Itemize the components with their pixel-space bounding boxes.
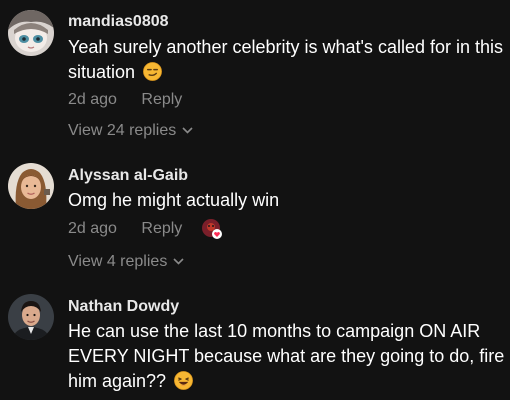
- smirk-emoji: [143, 62, 162, 81]
- comment-meta: 2d ago Reply: [68, 91, 182, 109]
- avatar[interactable]: [8, 294, 54, 340]
- comment-meta: 2d ago Reply: [68, 220, 182, 238]
- username[interactable]: mandias0808: [68, 13, 169, 31]
- view-replies-label: View 24 replies: [68, 122, 177, 139]
- comment-text: He can use the last 10 months to campaig…: [68, 319, 506, 394]
- laughing-emoji: [174, 371, 193, 390]
- view-replies-label: View 4 replies: [68, 253, 168, 270]
- creator-liked-reaction-icon: [201, 218, 223, 240]
- avatar[interactable]: [8, 10, 54, 56]
- username[interactable]: Alyssan al-Gaib: [68, 167, 188, 185]
- comment-body: Yeah surely another celebrity is what's …: [68, 37, 503, 82]
- chevron-down-icon: [173, 252, 184, 270]
- comment-age: 2d ago: [68, 91, 117, 108]
- view-replies-button[interactable]: View 24 replies: [68, 121, 193, 140]
- comment-text: Yeah surely another celebrity is what's …: [68, 35, 506, 85]
- chevron-down-icon: [182, 121, 193, 139]
- comment-age: 2d ago: [68, 220, 117, 237]
- comment-text: Omg he might actually win: [68, 190, 280, 210]
- reply-button[interactable]: Reply: [141, 91, 182, 108]
- username[interactable]: Nathan Dowdy: [68, 298, 179, 316]
- avatar[interactable]: [8, 163, 54, 209]
- reply-button[interactable]: Reply: [141, 220, 182, 237]
- view-replies-button[interactable]: View 4 replies: [68, 252, 184, 271]
- comment-body: He can use the last 10 months to campaig…: [68, 321, 505, 391]
